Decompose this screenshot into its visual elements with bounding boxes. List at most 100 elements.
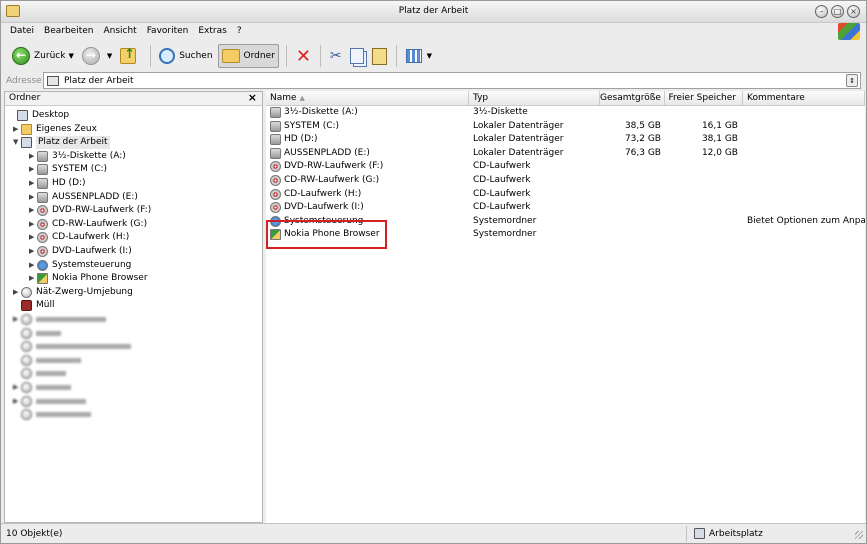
delete-icon[interactable]: ✕ <box>296 46 311 67</box>
title-bar[interactable]: Platz der Arbeit – □ × <box>1 1 866 23</box>
menu-edit[interactable]: Bearbeiten <box>39 23 98 40</box>
tree-item[interactable]: ▶ DVD-RW-Laufwerk (F:) <box>29 204 151 217</box>
address-dropdown-button[interactable]: ⇕ <box>846 74 858 87</box>
toolbar-separator <box>319 45 321 67</box>
views-icon[interactable] <box>405 49 422 63</box>
menu-view[interactable]: Ansicht <box>98 23 141 40</box>
cell-type: Lokaler Datenträger <box>473 134 564 145</box>
tree-item[interactable]: ▶ Nät-Zwerg-Umjebung <box>13 286 133 299</box>
search-button[interactable]: Suchen <box>156 44 215 68</box>
expand-icon[interactable]: ▶ <box>29 150 37 163</box>
up-button[interactable] <box>117 44 143 68</box>
drive-icon <box>37 191 48 203</box>
minimize-button[interactable]: – <box>815 5 828 18</box>
close-icon[interactable]: × <box>248 91 257 104</box>
cut-icon[interactable]: ✂ <box>330 48 342 64</box>
expand-icon[interactable]: ▶ <box>13 395 21 408</box>
maximize-button[interactable]: □ <box>831 5 844 18</box>
cell-name-text: SYSTEM (C:) <box>284 120 340 131</box>
tree-item[interactable]: ▶ 3½-Diskette (A:) <box>29 150 126 163</box>
expand-icon[interactable]: ▶ <box>13 123 21 136</box>
column-header-type[interactable]: Typ <box>469 91 600 106</box>
tree-item[interactable]: ▼ Platz der Arbeit <box>13 136 110 150</box>
chevron-down-icon[interactable]: ▼ <box>107 52 112 60</box>
list-row[interactable]: CD-RW-Laufwerk (G:) CD-Laufwerk <box>266 174 865 188</box>
obscured-label <box>36 317 106 322</box>
toolbar: Zurück ▼ ▼ Suchen Ordner ✕ ✂ ▼ <box>1 41 866 71</box>
resize-grip[interactable] <box>855 531 863 539</box>
highlight-box <box>266 220 387 249</box>
toolbar-separator <box>150 45 152 67</box>
expand-icon[interactable]: ▶ <box>29 259 37 272</box>
expanded-icon[interactable]: ▼ <box>13 136 21 149</box>
column-header-total-size[interactable]: Gesamtgröße <box>600 91 665 106</box>
tree-item-obscured[interactable] <box>13 354 81 367</box>
list-row[interactable]: DVD-Laufwerk (I:) CD-Laufwerk <box>266 201 865 215</box>
tree-item-obscured[interactable]: ▶ <box>13 313 106 326</box>
expand-icon[interactable]: ▶ <box>13 286 21 299</box>
tree-item[interactable]: ▶ Nokia Phone Browser <box>29 272 148 285</box>
paste-icon[interactable] <box>371 47 387 65</box>
list-row[interactable]: 3½-Diskette (A:) 3½-Diskette <box>266 106 865 120</box>
back-label: Zurück <box>34 51 66 61</box>
tree-item-obscured[interactable]: ▶ <box>13 381 71 394</box>
expand-icon[interactable]: ▶ <box>29 163 37 176</box>
status-bar: 10 Objekt(e) Arbeitsplatz <box>1 523 866 543</box>
tree-item-label: HD (D:) <box>52 178 86 188</box>
tree-item-obscured[interactable]: ▶ <box>13 395 86 408</box>
expand-icon[interactable]: ▶ <box>13 381 21 394</box>
expand-icon[interactable]: ▶ <box>29 177 37 190</box>
menu-tools[interactable]: Extras <box>193 23 231 40</box>
back-button[interactable]: Zurück ▼ <box>9 44 77 68</box>
tree-item[interactable]: Desktop <box>9 109 69 122</box>
list-row[interactable]: HD (D:) Lokaler Datenträger 73,2 GB 38,1 GB <box>266 133 865 147</box>
column-header-free-space[interactable]: Freier Speicher <box>665 91 743 106</box>
tree-item[interactable]: ▶ DVD-Laufwerk (I:) <box>29 245 132 258</box>
tree-item[interactable]: ▶ SYSTEM (C:) <box>29 163 107 176</box>
menu-favorites[interactable]: Favoriten <box>142 23 194 40</box>
network-icon <box>21 368 32 380</box>
expand-icon[interactable]: ▶ <box>29 218 37 231</box>
tree-item-obscured[interactable] <box>13 327 61 340</box>
tree-item[interactable]: ▶ Systemsteuerung <box>29 259 131 272</box>
cell-total: 76,3 GB <box>624 147 661 158</box>
list-row[interactable]: DVD-RW-Laufwerk (F:) CD-Laufwerk <box>266 160 865 174</box>
column-header-name[interactable]: Name ▲ <box>266 91 469 106</box>
tree-item[interactable]: ▶ Eigenes Zeux <box>13 123 97 136</box>
column-header-comments[interactable]: Kommentare <box>743 91 865 106</box>
folders-button[interactable]: Ordner <box>217 44 279 68</box>
tree-item[interactable]: ▶ CD-RW-Laufwerk (G:) <box>29 218 147 231</box>
list-row[interactable]: SYSTEM (C:) Lokaler Datenträger 38,5 GB 16,… <box>266 120 865 134</box>
expand-icon[interactable]: ▶ <box>29 272 37 285</box>
tree-item-obscured[interactable] <box>13 408 91 421</box>
cell-total: 38,5 GB <box>624 120 661 131</box>
list-row[interactable]: AUSSENPLADD (E:) Lokaler Datenträger 76,3 … <box>266 147 865 161</box>
expand-icon[interactable]: ▶ <box>29 204 37 217</box>
cell-type: 3½-Diskette <box>473 107 528 117</box>
list-row[interactable]: CD-Laufwerk (H:) CD-Laufwerk <box>266 188 865 202</box>
address-field[interactable]: Platz der Arbeit ⇕ <box>43 72 861 89</box>
tree-item[interactable]: Müll <box>13 299 54 312</box>
cell-comment: Bietet Optionen zum Anpa... <box>747 215 865 226</box>
expand-icon[interactable]: ▶ <box>29 231 37 244</box>
cd-icon <box>270 175 281 186</box>
tree-item[interactable]: ▶ AUSSENPLADD (E:) <box>29 191 138 204</box>
tree-item-obscured[interactable] <box>13 340 131 353</box>
network-icon <box>21 341 32 353</box>
cell-type: Lokaler Datenträger <box>473 147 564 158</box>
expand-icon[interactable]: ▶ <box>29 191 37 204</box>
menu-help[interactable]: ? <box>232 23 247 40</box>
tree-item-obscured[interactable] <box>13 367 66 380</box>
tree-item[interactable]: ▶ HD (D:) <box>29 177 86 190</box>
expand-icon[interactable]: ▶ <box>13 313 21 326</box>
status-location: Arbeitsplatz <box>709 528 763 539</box>
tree-item[interactable]: ▶ CD-Laufwerk (H:) <box>29 231 129 244</box>
chevron-down-icon[interactable]: ▼ <box>427 52 432 60</box>
network-icon <box>21 327 32 339</box>
copy-icon[interactable] <box>349 48 364 64</box>
expand-icon[interactable]: ▶ <box>29 245 37 258</box>
forward-button[interactable]: ▼ <box>79 44 115 68</box>
chevron-down-icon[interactable]: ▼ <box>68 52 73 60</box>
close-button[interactable]: × <box>847 5 860 18</box>
menu-file[interactable]: Datei <box>5 23 39 40</box>
